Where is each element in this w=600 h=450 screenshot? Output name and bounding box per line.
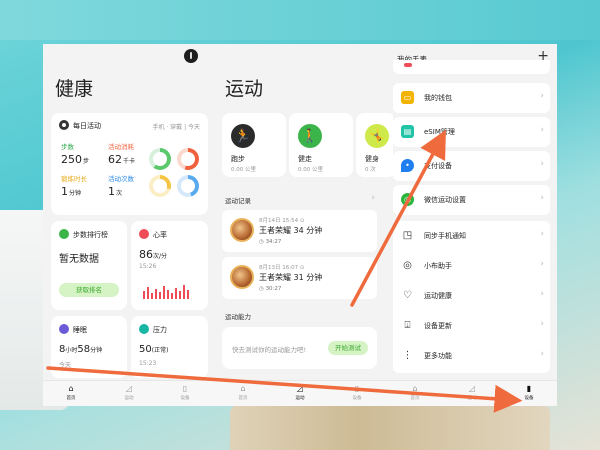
annotation-arrows: [46, 129, 523, 413]
arrow-to-esim: [350, 129, 446, 307]
arrow-to-device-tab: [46, 366, 523, 413]
